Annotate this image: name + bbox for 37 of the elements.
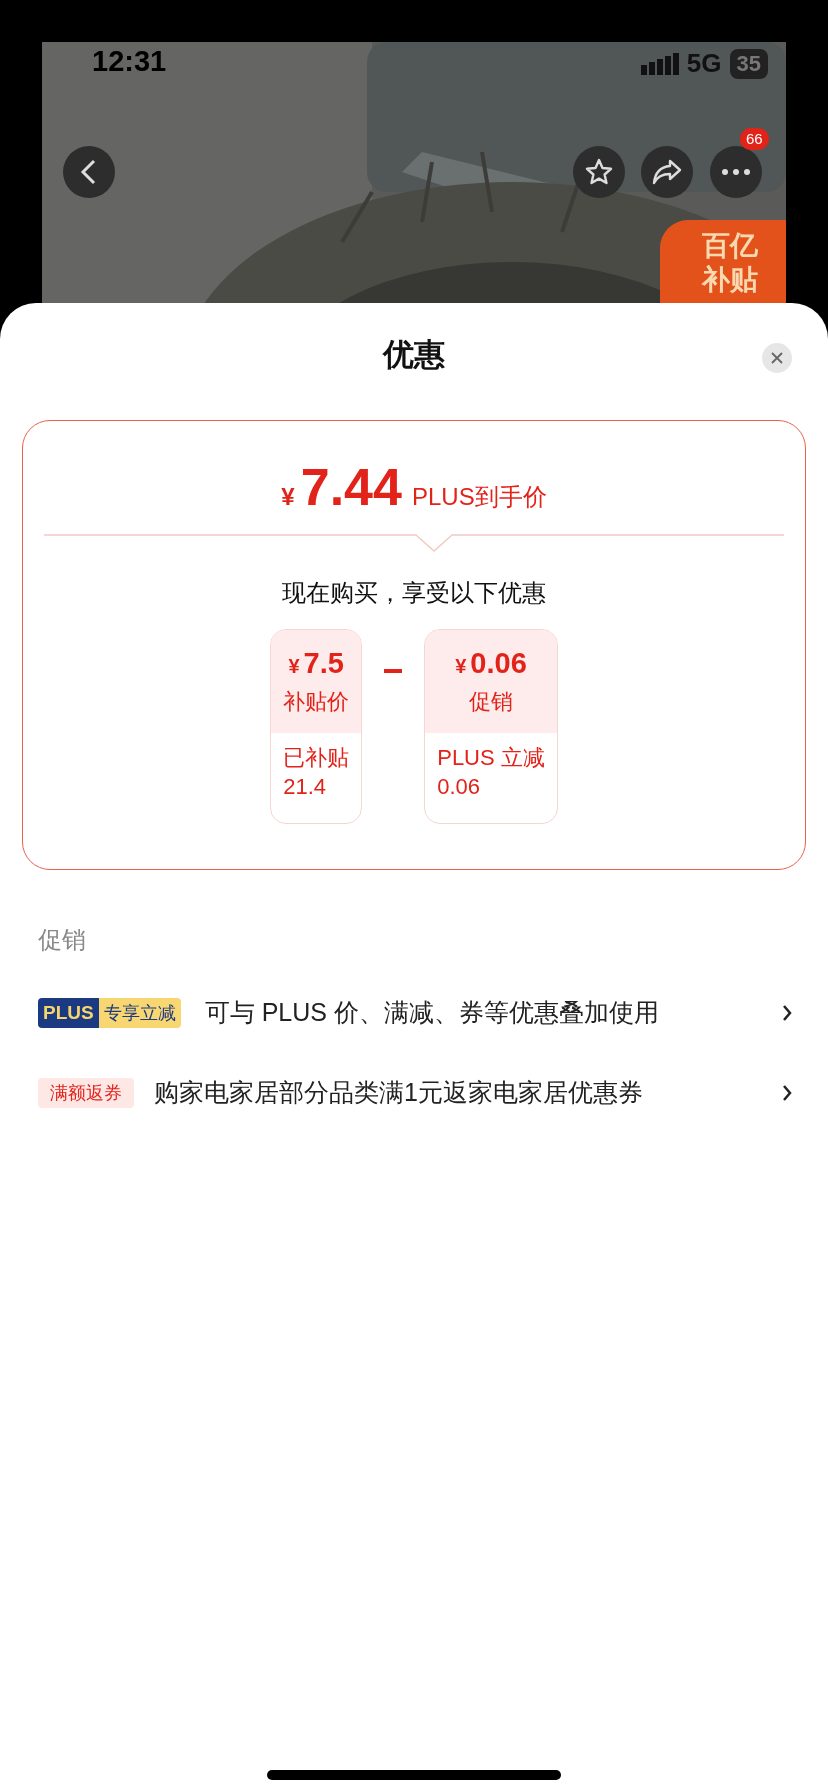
tag-text: PLUS xyxy=(38,998,99,1028)
promotion-row[interactable]: 满额返券 购家电家居部分品类满1元返家电家居优惠券 xyxy=(0,1053,828,1133)
currency-symbol: ¥ xyxy=(455,653,467,679)
subtitle: 现在购买，享受以下优惠 xyxy=(282,578,546,608)
notification-badge: 66 xyxy=(740,128,769,150)
chevron-icon xyxy=(782,1084,792,1102)
chevron-icon xyxy=(782,1004,792,1022)
signal-icon xyxy=(640,52,679,75)
discount-detail: 21.4 xyxy=(283,773,328,801)
discount-label: 补贴价 xyxy=(283,687,350,716)
share-icon xyxy=(651,158,683,186)
close-button[interactable] xyxy=(762,343,792,373)
close-icon xyxy=(770,351,784,365)
price-label: PLUS到手价 xyxy=(411,482,547,512)
network-label: 5G xyxy=(686,47,722,80)
discount-detail: 0.06 xyxy=(437,773,482,801)
status-time: 12:31 xyxy=(92,44,167,79)
coupon-tag: 满额返券 xyxy=(38,1078,134,1108)
discount-detail: PLUS 立减 xyxy=(437,744,545,772)
section-heading: 促销 xyxy=(38,925,87,955)
promotion-row[interactable]: PLUS 专享立减 可与 PLUS 价、满减、券等优惠叠加使用 xyxy=(0,973,828,1053)
amount: 7.5 xyxy=(303,645,344,680)
promotion-text: 可与 PLUS 价、满减、券等优惠叠加使用 xyxy=(204,997,660,1029)
discount-detail: 已补贴 xyxy=(283,744,350,772)
badge-text: 百亿 xyxy=(702,228,758,263)
amount: 0.06 xyxy=(470,645,527,680)
sheet-title: 优惠 xyxy=(383,335,445,374)
currency-symbol: ¥ xyxy=(288,653,300,679)
badge-text: 补贴 xyxy=(702,262,758,297)
minus-icon xyxy=(384,669,403,673)
currency-symbol: ¥ xyxy=(281,482,295,512)
promotion-text: 购家电家居部分品类满1元返家电家居优惠券 xyxy=(154,1077,644,1109)
star-icon xyxy=(584,157,614,187)
discount-label: 促销 xyxy=(469,687,513,716)
final-price: 7.44 xyxy=(300,459,402,515)
tag-text: 专享立减 xyxy=(98,998,181,1028)
more-icon xyxy=(722,169,750,175)
